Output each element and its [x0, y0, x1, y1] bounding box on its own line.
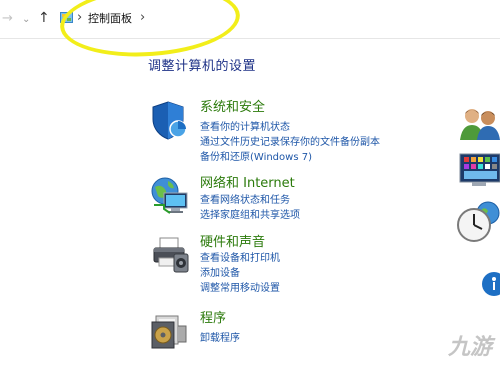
link-uninstall-program[interactable]: 卸载程序	[200, 332, 240, 345]
up-arrow-icon[interactable]: ↑	[38, 10, 50, 26]
category-title[interactable]: 系统和安全	[200, 99, 265, 116]
watermark-logo: 九游	[447, 335, 492, 360]
ease-of-access-icon[interactable]	[476, 271, 500, 297]
link-homegroup-sharing[interactable]: 选择家庭组和共享选项	[200, 209, 300, 222]
category-title[interactable]: 硬件和声音	[200, 234, 265, 251]
category-title[interactable]: 程序	[200, 310, 226, 327]
recent-locations-dropdown-icon[interactable]: ⌄	[22, 12, 30, 28]
control-panel-small-icon	[60, 12, 73, 23]
link-devices-printers[interactable]: 查看设备和打印机	[200, 252, 280, 265]
clock-globe-icon[interactable]	[456, 201, 500, 243]
printer-icon[interactable]	[150, 234, 190, 276]
programs-disk-icon[interactable]	[150, 310, 190, 352]
category-title[interactable]: 网络和 Internet	[200, 175, 295, 192]
network-globe-icon[interactable]	[150, 175, 190, 217]
shield-icon[interactable]	[150, 99, 190, 141]
page-title: 调整计算机的设置	[148, 59, 257, 74]
link-view-computer-status[interactable]: 查看你的计算机状态	[200, 121, 290, 134]
user-accounts-icon[interactable]	[458, 106, 500, 142]
breadcrumb-separator-end[interactable]: ›	[140, 10, 145, 25]
breadcrumb-separator[interactable]: ›	[77, 10, 82, 25]
breadcrumb-control-panel[interactable]: 控制面板	[88, 11, 132, 27]
link-mobility-settings[interactable]: 调整常用移动设置	[200, 282, 280, 295]
back-arrow-icon[interactable]: →	[2, 11, 13, 27]
appearance-personalization-icon[interactable]	[458, 152, 500, 190]
link-network-status[interactable]: 查看网络状态和任务	[200, 194, 290, 207]
link-backup-restore[interactable]: 备份和还原(Windows 7)	[200, 151, 312, 164]
address-bar: → ⌄ ↑ › 控制面板 ›	[0, 0, 500, 39]
link-add-device[interactable]: 添加设备	[200, 267, 240, 280]
link-file-history[interactable]: 通过文件历史记录保存你的文件备份副本	[200, 136, 380, 149]
